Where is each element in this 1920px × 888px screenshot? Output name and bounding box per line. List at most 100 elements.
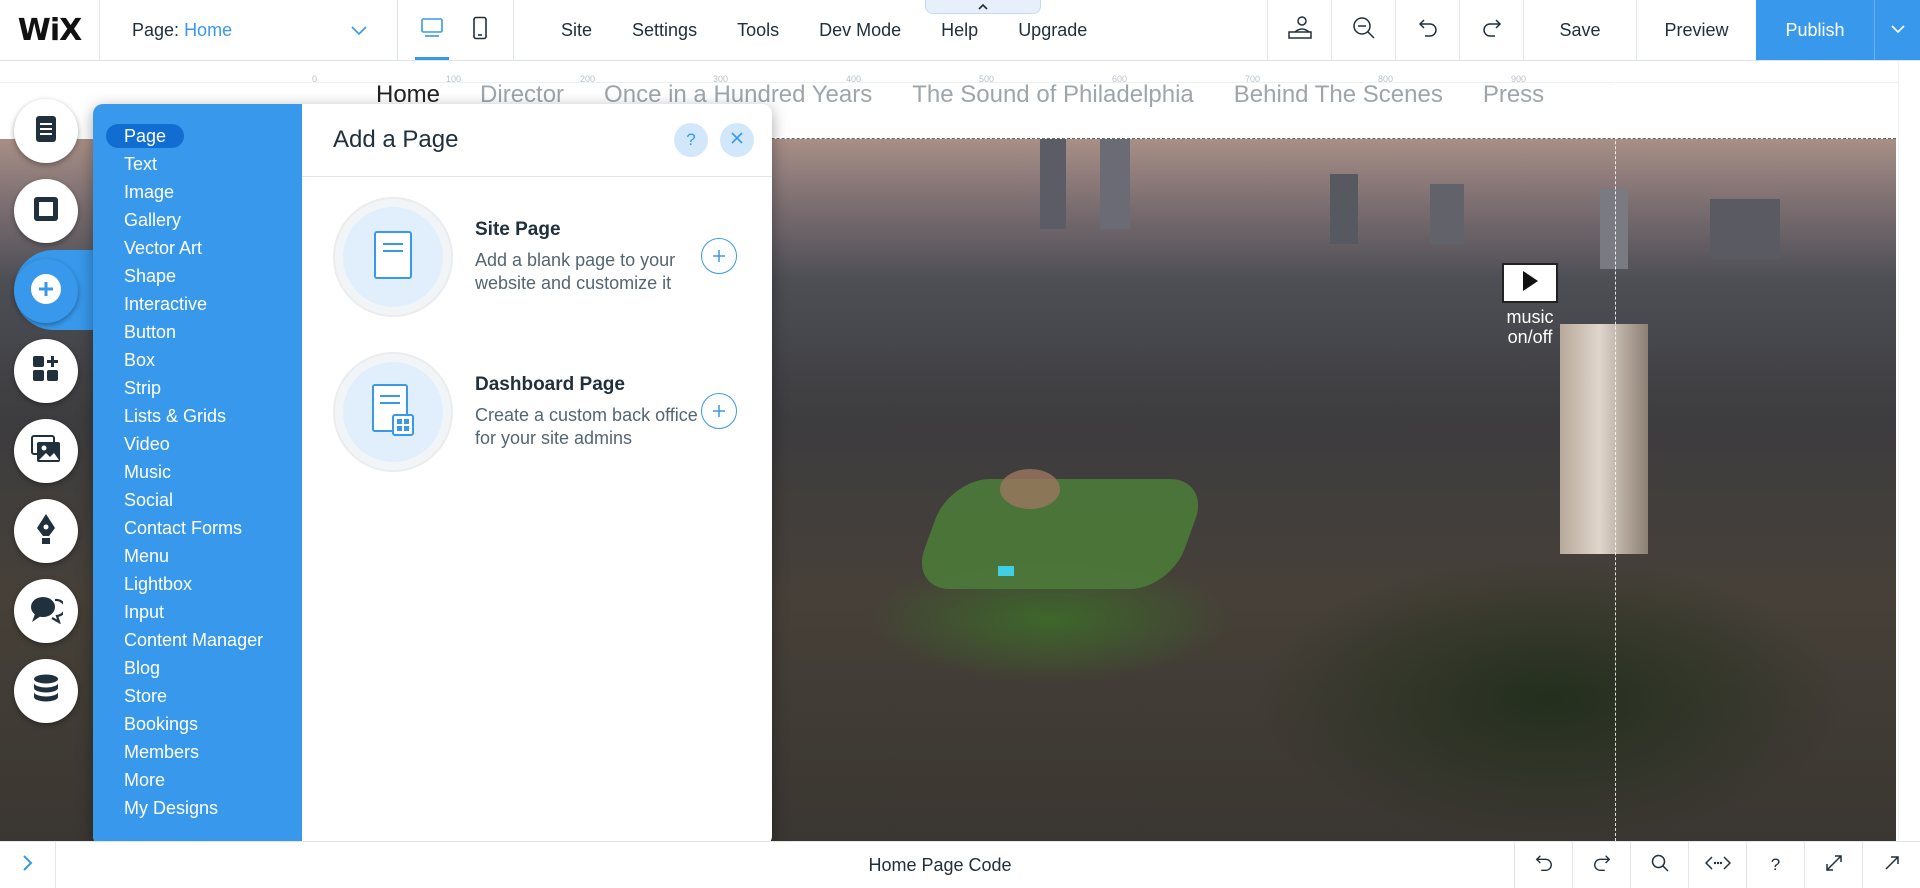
site-page-title: Site Page [475, 219, 561, 240]
add-category-gallery[interactable]: Gallery [93, 206, 302, 234]
add-category-button[interactable]: Button [93, 318, 302, 346]
plus-icon [30, 273, 62, 310]
dashboard-page-icon [371, 383, 415, 442]
plus-icon [712, 243, 726, 269]
help-icon: ? [686, 130, 696, 149]
add-category-music[interactable]: Music [93, 458, 302, 486]
design-button[interactable] [14, 499, 78, 563]
add-category-vector-art[interactable]: Vector Art [93, 234, 302, 262]
code-redo-button[interactable] [1572, 842, 1630, 888]
add-category-contact-forms[interactable]: Contact Forms [93, 514, 302, 542]
wix-logo[interactable]: WiX [0, 0, 100, 60]
add-category-interactive[interactable]: Interactive [93, 290, 302, 318]
music-toggle-label: music on/off [1506, 307, 1554, 347]
site-nav-sound-of-philadelphia[interactable]: The Sound of Philadelphia [912, 81, 1194, 109]
external-icon [1884, 855, 1900, 876]
add-category-input[interactable]: Input [93, 598, 302, 626]
background-button[interactable] [14, 179, 78, 243]
menu-item-upgrade[interactable]: Upgrade [998, 20, 1107, 41]
ruler-tick-label: 0 [312, 74, 318, 84]
add-category-my-designs[interactable]: My Designs [93, 794, 302, 822]
add-site-page-button[interactable] [701, 238, 737, 274]
add-category-image[interactable]: Image [93, 178, 302, 206]
database-button[interactable] [14, 659, 78, 723]
add-category-lists-grids[interactable]: Lists & Grids [93, 402, 302, 430]
code-search-button[interactable] [1630, 842, 1688, 888]
music-toggle-button[interactable] [1502, 263, 1558, 303]
ballfield [909, 479, 1211, 589]
add-category-bookings[interactable]: Bookings [93, 710, 302, 738]
layers-button[interactable] [1267, 0, 1331, 60]
add-dashboard-page-button[interactable] [701, 393, 737, 429]
add-elements-button[interactable] [14, 259, 78, 323]
code-icon [1704, 855, 1731, 876]
undo-icon [1417, 17, 1439, 44]
device-switch [398, 0, 514, 60]
menu-item-settings[interactable]: Settings [612, 20, 717, 41]
add-category-store[interactable]: Store [93, 682, 302, 710]
add-panel-header: Add a Page ? [302, 104, 772, 177]
chevron-down-icon [1890, 21, 1905, 39]
site-nav-behind-the-scenes[interactable]: Behind The Scenes [1234, 81, 1443, 109]
add-category-menu[interactable]: Menu [93, 542, 302, 570]
code-panel-toggle[interactable] [0, 842, 56, 888]
undo-button[interactable] [1395, 0, 1459, 60]
site-page-option[interactable]: Site Page Add a blank page to your websi… [333, 197, 743, 317]
chat-button[interactable] [14, 579, 78, 643]
site-nav-press[interactable]: Press [1483, 81, 1544, 109]
publish-button[interactable]: Publish [1756, 0, 1874, 60]
vertical-ruler [1898, 61, 1920, 841]
add-category-strip[interactable]: Strip [93, 374, 302, 402]
add-category-lightbox[interactable]: Lightbox [93, 570, 302, 598]
pages-icon [32, 114, 60, 149]
zoom-out-button[interactable] [1331, 0, 1395, 60]
skyline-building [1040, 139, 1066, 229]
play-icon [1520, 269, 1540, 298]
horizontal-ruler: 0 100 200 300 400 500 600 700 800 900 [0, 61, 1920, 84]
collapse-top-bar-tab[interactable] [925, 0, 1041, 14]
mobile-view-button[interactable] [463, 0, 497, 60]
add-category-video[interactable]: Video [93, 430, 302, 458]
code-help-button[interactable]: ? [1746, 842, 1804, 888]
desktop-view-button[interactable] [414, 0, 449, 60]
pages-menu-button[interactable] [14, 99, 78, 163]
preview-button[interactable]: Preview [1636, 0, 1756, 60]
menu-item-site[interactable]: Site [541, 20, 612, 41]
dashboard-page-option[interactable]: Dashboard Page Create a custom back offi… [333, 352, 743, 472]
code-undo-button[interactable] [1514, 842, 1572, 888]
skyline-building [1330, 174, 1358, 244]
add-category-box[interactable]: Box [93, 346, 302, 374]
add-category-content-manager[interactable]: Content Manager [93, 626, 302, 654]
menu-item-tools[interactable]: Tools [717, 20, 799, 41]
panel-close-button[interactable] [720, 123, 754, 157]
save-button[interactable]: Save [1523, 0, 1636, 60]
add-apps-button[interactable] [14, 339, 78, 403]
code-panel-title[interactable]: Home Page Code [56, 842, 1514, 888]
add-category-members[interactable]: Members [93, 738, 302, 766]
skyline-building [1600, 189, 1628, 269]
add-category-list: Page Text Image Gallery Vector Art Shape… [93, 104, 302, 846]
page-selector[interactable]: Page: Home [100, 0, 398, 60]
code-format-button[interactable] [1688, 842, 1746, 888]
publish-options-button[interactable] [1874, 0, 1920, 60]
menu-item-help[interactable]: Help [921, 20, 998, 41]
media-icon [30, 434, 62, 469]
background-icon [32, 195, 60, 228]
add-category-blog[interactable]: Blog [93, 654, 302, 682]
add-category-text[interactable]: Text [93, 150, 302, 178]
chat-icon [29, 594, 67, 629]
add-category-social[interactable]: Social [93, 486, 302, 514]
add-category-page[interactable]: Page [93, 122, 302, 150]
apps-icon [31, 354, 61, 389]
add-category-shape[interactable]: Shape [93, 262, 302, 290]
code-external-button[interactable] [1862, 842, 1920, 888]
add-category-more[interactable]: More [93, 766, 302, 794]
media-button[interactable] [14, 419, 78, 483]
redo-button[interactable] [1459, 0, 1523, 60]
menu-item-dev-mode[interactable]: Dev Mode [799, 20, 921, 41]
panel-help-button[interactable]: ? [674, 123, 708, 157]
add-panel-content: Add a Page ? Site Page Add a blank page … [302, 104, 772, 846]
code-expand-button[interactable] [1804, 842, 1862, 888]
right-guide-line [1615, 61, 1616, 841]
chevron-down-icon [351, 20, 367, 41]
